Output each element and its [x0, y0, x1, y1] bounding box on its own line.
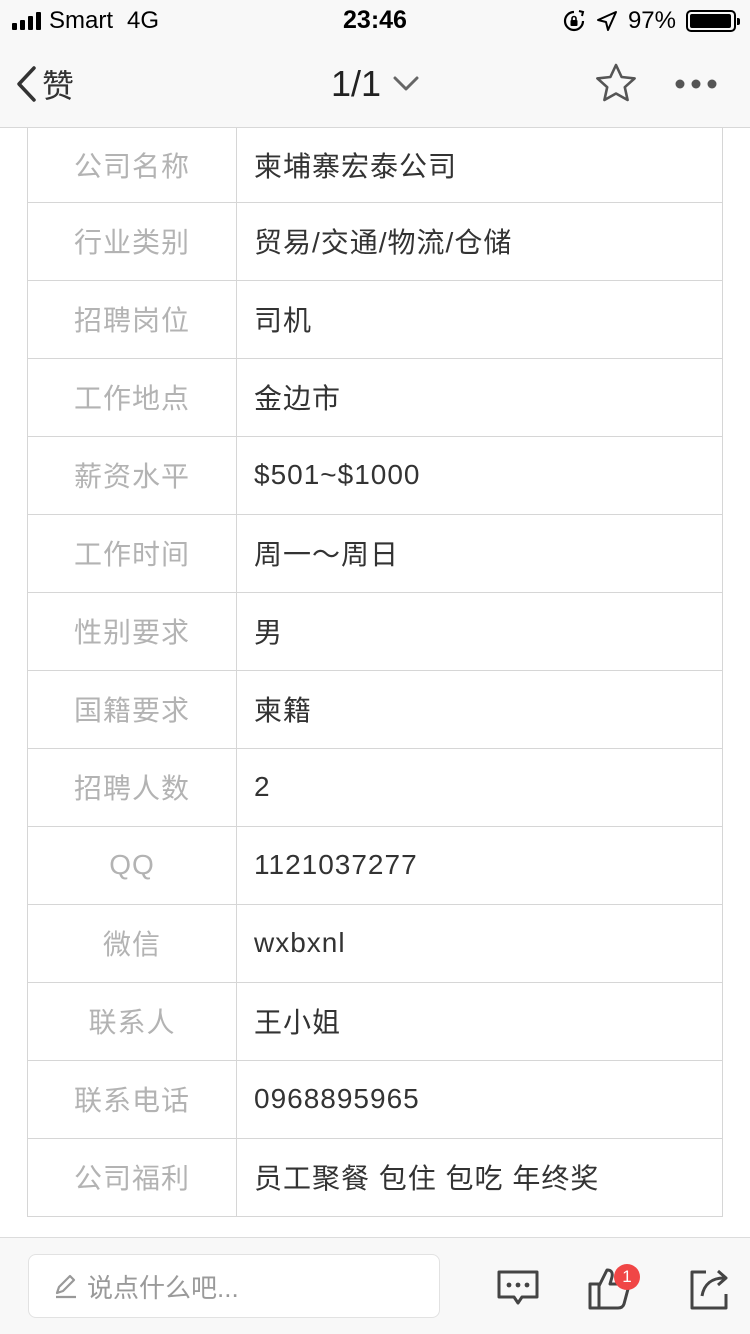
- pencil-icon: [55, 1274, 76, 1299]
- comment-placeholder: 说点什么吧...: [87, 1272, 239, 1303]
- field-value: 司机: [236, 279, 723, 359]
- status-left: Smart 4G: [12, 6, 159, 36]
- table-row: 招聘人数 2: [27, 747, 723, 827]
- table-row: QQ 1121037277: [27, 825, 723, 905]
- field-label: 招聘人数: [27, 747, 237, 827]
- like-count-badge: 1: [614, 1264, 640, 1290]
- field-value: 员工聚餐 包住 包吃 年终奖: [236, 1137, 723, 1217]
- status-right: 97%: [562, 6, 740, 36]
- table-row: 薪资水平 $501~$1000: [27, 435, 723, 515]
- field-label: 联系电话: [27, 1059, 237, 1139]
- battery-icon: [686, 10, 740, 32]
- field-label: 招聘岗位: [27, 279, 237, 359]
- field-value: 柬埔寨宏泰公司: [236, 128, 723, 203]
- table-row: 微信 wxbxnl: [27, 903, 723, 983]
- field-label: 国籍要求: [27, 669, 237, 749]
- field-value: 0968895965: [236, 1059, 723, 1139]
- page-indicator: 1/1: [330, 63, 382, 104]
- job-details: 公司名称 柬埔寨宏泰公司 行业类别 贸易/交通/物流/仓储 招聘岗位 司机 工作地点 金边市薪…: [0, 128, 750, 1236]
- field-label: 工作地点: [27, 357, 237, 437]
- field-value: 1121037277: [236, 825, 723, 905]
- chevron-down-icon: [393, 76, 419, 91]
- network-type: 4G: [127, 7, 160, 34]
- field-value: $501~$1000: [236, 435, 723, 515]
- nav-bar: 赞 1/1: [0, 40, 750, 128]
- table-row: 行业类别 贸易/交通/物流/仓储: [27, 201, 723, 281]
- field-value: 王小姐: [236, 981, 723, 1061]
- field-label: 行业类别: [27, 201, 237, 281]
- field-label: 联系人: [27, 981, 237, 1061]
- star-icon[interactable]: [594, 62, 638, 106]
- field-value: 男: [236, 591, 723, 671]
- table-row: 公司福利 员工聚餐 包住 包吃 年终奖: [27, 1137, 723, 1217]
- field-label: 工作时间: [27, 513, 237, 593]
- table-row: 工作地点 金边市: [27, 357, 723, 437]
- job-info-table: 公司名称 柬埔寨宏泰公司 行业类别 贸易/交通/物流/仓储 招聘岗位 司机 工作地点 金边市薪…: [27, 128, 723, 1217]
- field-value: 周一～周日: [236, 513, 723, 593]
- field-label: 公司名称: [27, 128, 237, 203]
- field-label: QQ: [27, 825, 237, 905]
- table-row: 公司名称 柬埔寨宏泰公司: [27, 128, 723, 203]
- field-label: 微信: [27, 903, 237, 983]
- field-label: 公司福利: [27, 1137, 237, 1217]
- table-row: 工作时间 周一～周日: [27, 513, 723, 593]
- field-value: 贸易/交通/物流/仓储: [236, 201, 723, 281]
- field-label: 薪资水平: [27, 435, 237, 515]
- field-value: wxbxnl: [236, 903, 723, 983]
- field-value: 2: [236, 747, 723, 827]
- comment-input[interactable]: 说点什么吧...: [28, 1254, 440, 1318]
- battery-fill: [690, 14, 731, 28]
- table-row: 联系人 王小姐: [27, 981, 723, 1061]
- signal-icon: [12, 12, 41, 30]
- table-row: 性别要求男: [27, 591, 723, 671]
- table-row: 国籍要求 柬籍: [27, 669, 723, 749]
- field-label: 性别要求: [27, 591, 237, 671]
- page-switcher[interactable]: 1/1: [331, 63, 419, 105]
- field-value: 柬籍: [236, 669, 723, 749]
- field-value: 金边市: [236, 357, 723, 437]
- more-icon[interactable]: [672, 62, 720, 106]
- carrier-name: Smart: [49, 7, 114, 34]
- share-icon[interactable]: [686, 1264, 734, 1312]
- table-row: 招聘岗位 司机: [27, 279, 723, 359]
- orientation-lock-icon: [563, 10, 585, 32]
- location-arrow-icon: [596, 11, 617, 31]
- status-bar: Smart 4G 23:46 97%: [0, 0, 750, 40]
- battery-percent: 97%: [627, 7, 676, 34]
- job-info-rows: 公司名称 柬埔寨宏泰公司 行业类别 贸易/交通/物流/仓储 招聘岗位 司机 工作地点 金边市薪…: [27, 128, 723, 1217]
- table-row: 联系电话 0968895965: [27, 1059, 723, 1139]
- bottom-toolbar: 说点什么吧...: [0, 1237, 750, 1334]
- comment-icon[interactable]: [494, 1264, 542, 1312]
